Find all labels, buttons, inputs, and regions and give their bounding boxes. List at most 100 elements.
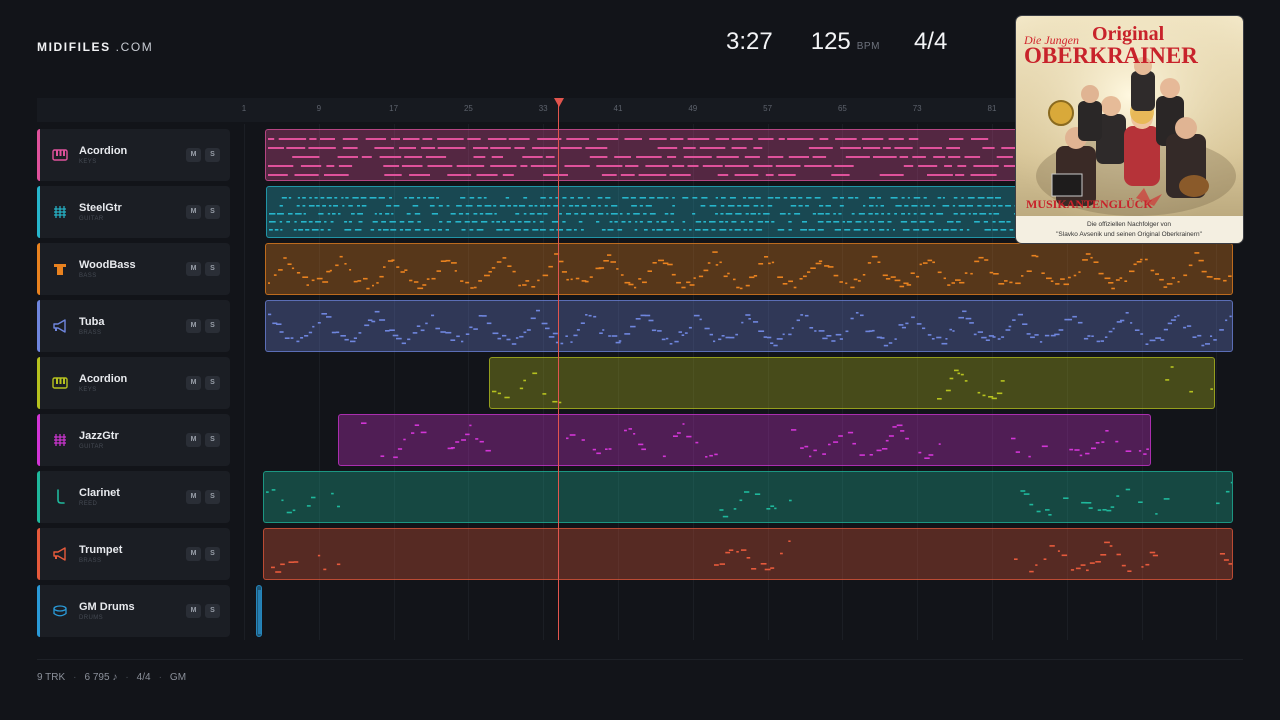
solo-button[interactable]: S (205, 490, 220, 504)
track-name: Trumpet (79, 544, 123, 556)
album-art: Die Jungen Original OBERKRAINER MUSIKANT… (1016, 16, 1243, 243)
track-name: Tuba (79, 316, 105, 328)
guitar-grid-icon (52, 432, 68, 448)
ruler-tick: 73 (912, 104, 922, 113)
transport-display: 3:27 125 BPM 4/4 (726, 28, 947, 58)
track-header[interactable]: Trumpet BRASS M S (37, 528, 230, 580)
track-category: BRASS (79, 558, 102, 564)
solo-button[interactable]: S (205, 148, 220, 162)
track-color-bar (37, 528, 40, 580)
solo-button[interactable]: S (205, 262, 220, 276)
playhead-handle[interactable] (554, 98, 564, 107)
midi-region[interactable] (265, 300, 1233, 352)
song-time: 3:27 (726, 28, 773, 55)
ruler-tick: 57 (763, 104, 773, 113)
track-header[interactable]: WoodBass BASS M S (37, 243, 230, 295)
track-name: WoodBass (79, 259, 136, 271)
ruler-tick: 49 (688, 104, 698, 113)
album-banner: MUSIKANTENGLÜCK (1026, 197, 1153, 211)
track-category: BASS (79, 273, 97, 279)
ruler-tick: 33 (538, 104, 548, 113)
track-count: 9 TRK (37, 672, 66, 683)
mute-button[interactable]: M (186, 547, 201, 561)
track-header[interactable]: Tuba BRASS M S (37, 300, 230, 352)
midi-region[interactable] (489, 357, 1215, 409)
tempo-unit: BPM (856, 41, 880, 52)
piano-keys-icon (52, 147, 68, 163)
solo-button[interactable]: S (205, 604, 220, 618)
track-header[interactable]: JazzGtr GUITAR M S (37, 414, 230, 466)
album-cover: Die Jungen Original OBERKRAINER MUSIKANT… (1016, 16, 1243, 243)
track-category: DRUMS (79, 615, 103, 621)
track-header[interactable]: Clarinet REED M S (37, 471, 230, 523)
track-color-bar (37, 585, 40, 637)
guitar-grid-icon (52, 204, 68, 220)
track-name: GM Drums (79, 601, 135, 613)
solo-button[interactable]: S (205, 319, 220, 333)
track-category: BRASS (79, 330, 102, 336)
drum-icon (52, 603, 68, 619)
piano-keys-icon (52, 375, 68, 391)
mute-button[interactable]: M (186, 604, 201, 618)
track-category: GUITAR (79, 216, 104, 222)
solo-button[interactable]: S (205, 433, 220, 447)
mute-button[interactable]: M (186, 148, 201, 162)
clarinet-icon (52, 489, 68, 505)
track-category: KEYS (79, 159, 97, 165)
mute-button[interactable]: M (186, 205, 201, 219)
mute-button[interactable]: M (186, 262, 201, 276)
track-category: REED (79, 501, 98, 507)
logo-light: .COM (110, 40, 154, 54)
album-line3: OBERKRAINER (1024, 43, 1198, 68)
site-logo[interactable]: MIDIFILES .COM (37, 40, 153, 54)
track-category: KEYS (79, 387, 97, 393)
track-name: SteelGtr (79, 202, 122, 214)
track-header[interactable]: SteelGtr GUITAR M S (37, 186, 230, 238)
track-name: JazzGtr (79, 430, 119, 442)
separator: · (158, 672, 162, 683)
midi-region[interactable] (256, 585, 262, 637)
track-name: Acordion (79, 145, 128, 157)
track-color-bar (37, 243, 40, 295)
ruler-tick: 9 (316, 104, 322, 113)
track-color-bar (37, 300, 40, 352)
track-color-bar (37, 129, 40, 181)
separator: · (73, 672, 77, 683)
mute-button[interactable]: M (186, 490, 201, 504)
tempo-value: 125 (810, 28, 851, 55)
horn-icon (52, 318, 68, 334)
midi-region[interactable] (263, 471, 1233, 523)
album-caption1: Die offiziellen Nachfolger von (1087, 221, 1171, 228)
mute-button[interactable]: M (186, 376, 201, 390)
track-header[interactable]: GM Drums DRUMS M S (37, 585, 230, 637)
ruler-tick: 81 (987, 104, 997, 113)
grid-line (244, 124, 245, 640)
logo-bold: MIDIFILES (37, 40, 111, 54)
midi-region[interactable] (338, 414, 1151, 466)
playhead[interactable] (558, 100, 559, 640)
solo-button[interactable]: S (205, 376, 220, 390)
ruler-tick: 17 (389, 104, 399, 113)
ruler-tick: 1 (241, 104, 247, 113)
ruler-tick: 41 (613, 104, 623, 113)
ruler-tick: 65 (837, 104, 847, 113)
track-category: GUITAR (79, 444, 104, 450)
midi-region[interactable] (265, 243, 1233, 295)
mute-button[interactable]: M (186, 433, 201, 447)
horn-icon (52, 546, 68, 562)
time-signature: 4/4 (913, 28, 948, 55)
track-header[interactable]: Acordion KEYS M S (37, 357, 230, 409)
album-line2: Original (1092, 23, 1165, 45)
bass-icon (52, 261, 68, 277)
mute-button[interactable]: M (186, 319, 201, 333)
note-count: 6 795 ♪ (84, 672, 118, 683)
track-name: Acordion (79, 373, 128, 385)
solo-button[interactable]: S (205, 547, 220, 561)
ruler-tick: 25 (463, 104, 473, 113)
midi-region[interactable] (263, 528, 1233, 580)
album-caption2: "Slavko Avsenik und seinen Original Ober… (1056, 231, 1202, 238)
solo-button[interactable]: S (205, 205, 220, 219)
track-header[interactable]: Acordion KEYS M S (37, 129, 230, 181)
footer-stats: 9 TRK · 6 795 ♪ · 4/4 · GM (37, 672, 186, 683)
footer-signature: 4/4 (136, 672, 151, 683)
